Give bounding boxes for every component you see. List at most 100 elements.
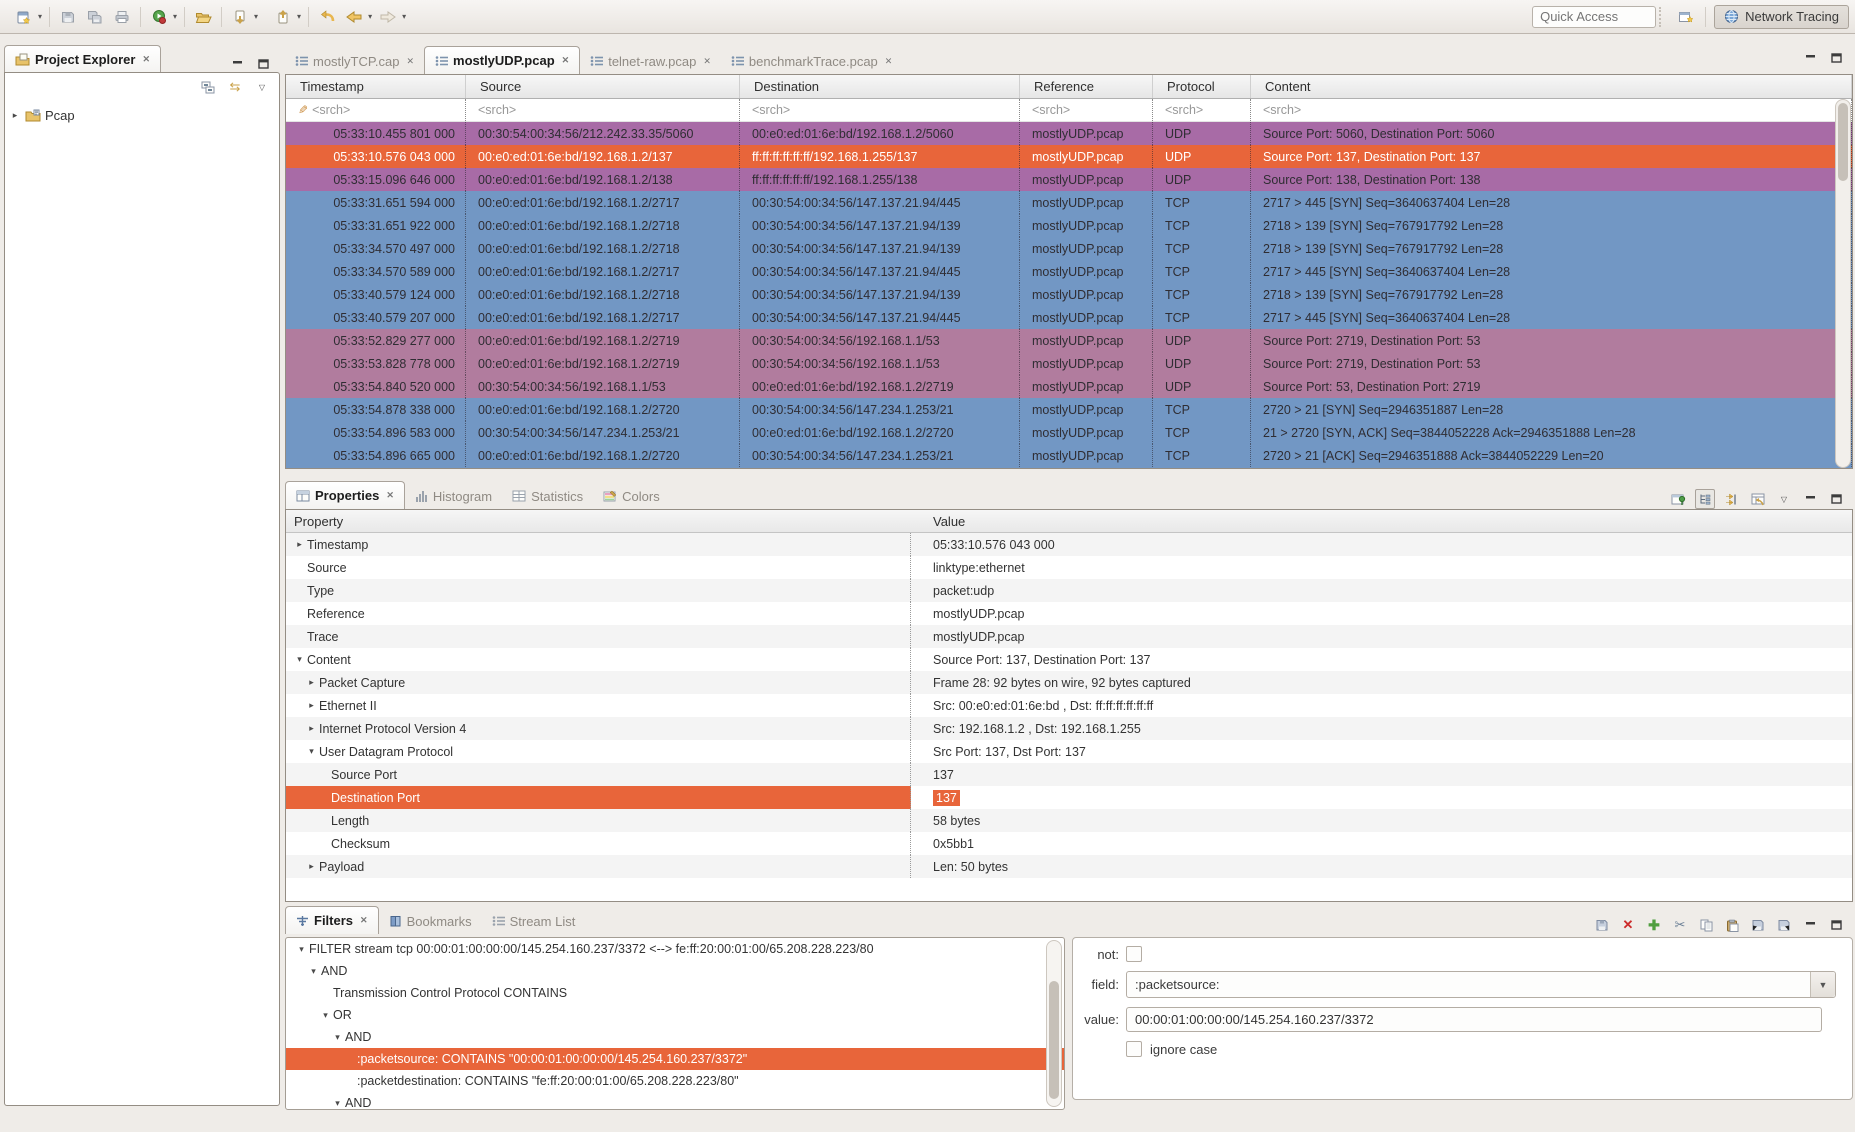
property-row[interactable]: Ethernet II Src: 00:e0:ed:01:6e:bd , Dst… — [286, 694, 1852, 717]
tab-project-explorer[interactable]: Project Explorer ✕ — [4, 45, 161, 73]
maximize-icon[interactable] — [1827, 490, 1845, 508]
close-icon[interactable]: ✕ — [406, 56, 414, 67]
forward-dropdown-icon[interactable]: ▾ — [402, 12, 406, 21]
property-row[interactable]: Packet Capture Frame 28: 92 bytes on wir… — [286, 671, 1852, 694]
col-header-destination[interactable]: Destination — [740, 75, 1020, 98]
tree-mode-toggle-icon[interactable] — [1695, 489, 1715, 509]
close-icon[interactable]: ✕ — [142, 54, 150, 65]
filter-tree-row[interactable]: AND — [286, 1026, 1064, 1048]
follow-selection-icon[interactable] — [1723, 490, 1741, 508]
property-row[interactable]: Content Source Port: 137, Destination Po… — [286, 648, 1852, 671]
run-external-tools-icon[interactable] — [148, 6, 170, 28]
filter-tree-row[interactable]: OR — [286, 1004, 1064, 1026]
tab-filters[interactable]: Filters ✕ — [285, 906, 379, 934]
filter-tree-row[interactable]: AND — [286, 1092, 1064, 1110]
chevron-down-icon[interactable]: ▼ — [1810, 972, 1835, 997]
packet-row[interactable]: 05:33:40.579 124 000 00:e0:ed:01:6e:bd/1… — [286, 283, 1852, 306]
export-dropdown-icon[interactable]: ▾ — [297, 12, 301, 21]
save-all-filters-icon[interactable] — [1775, 916, 1793, 934]
filter-tree-scrollbar[interactable] — [1046, 940, 1062, 1107]
property-row[interactable]: User Datagram Protocol Src Port: 137, Ds… — [286, 740, 1852, 763]
paste-icon[interactable] — [1723, 916, 1741, 934]
packet-row[interactable]: 05:33:52.829 277 000 00:e0:ed:01:6e:bd/1… — [286, 329, 1852, 352]
tab-stream-list[interactable]: Stream List — [482, 908, 586, 934]
open-perspective-icon[interactable] — [1675, 6, 1697, 28]
value-input[interactable] — [1126, 1007, 1822, 1032]
minimize-icon[interactable] — [1801, 49, 1819, 67]
filter-tree-row[interactable]: FILTER stream tcp 00:00:01:00:00:00/145.… — [286, 938, 1064, 960]
property-row[interactable]: Length 58 bytes — [286, 809, 1852, 832]
forward-icon[interactable] — [377, 6, 399, 28]
expand-icon[interactable] — [330, 1032, 345, 1043]
expand-icon[interactable] — [330, 1098, 345, 1109]
restore-state-icon[interactable] — [316, 6, 338, 28]
tab-properties[interactable]: Properties ✕ — [285, 481, 405, 509]
property-row[interactable]: Timestamp 05:33:10.576 043 000 — [286, 533, 1852, 556]
packet-row[interactable]: 05:33:15.096 646 000 00:e0:ed:01:6e:bd/1… — [286, 168, 1852, 191]
property-row[interactable]: Source linktype:ethernet — [286, 556, 1852, 579]
property-row[interactable]: Reference mostlyUDP.pcap — [286, 602, 1852, 625]
filter-tree-row[interactable]: :packetdestination: CONTAINS "fe:ff:20:0… — [286, 1070, 1064, 1092]
explorer-tree-item[interactable]: ▸ Pcap — [9, 105, 275, 126]
export-trace-icon[interactable] — [272, 6, 294, 28]
save-icon[interactable] — [57, 6, 79, 28]
save-filter-set-icon[interactable] — [1749, 916, 1767, 934]
expand-icon[interactable] — [294, 944, 309, 955]
close-icon[interactable]: ✕ — [703, 56, 711, 67]
filter-tree-row[interactable]: :packetsource: CONTAINS "00:00:01:00:00:… — [286, 1048, 1064, 1070]
minimize-icon[interactable] — [228, 55, 246, 73]
save-all-icon[interactable] — [84, 6, 106, 28]
link-table-icon[interactable] — [1749, 490, 1767, 508]
expand-icon[interactable] — [304, 723, 319, 734]
tab-statistics[interactable]: Statistics — [502, 483, 593, 509]
packet-row[interactable]: 05:33:53.828 778 000 00:e0:ed:01:6e:bd/1… — [286, 352, 1852, 375]
delete-filter-icon[interactable]: ✕ — [1619, 916, 1637, 934]
packet-row[interactable]: 05:33:34.570 589 000 00:e0:ed:01:6e:bd/1… — [286, 260, 1852, 283]
packet-row[interactable]: 05:33:31.651 922 000 00:e0:ed:01:6e:bd/1… — [286, 214, 1852, 237]
packet-row[interactable]: 05:33:54.896 665 000 00:e0:ed:01:6e:bd/1… — [286, 444, 1852, 467]
search-cell-timestamp[interactable]: ✎ <srch> — [286, 99, 466, 121]
import-dropdown-icon[interactable]: ▾ — [254, 12, 258, 21]
filter-tree-row[interactable]: AND — [286, 960, 1064, 982]
copy-icon[interactable] — [1697, 916, 1715, 934]
search-cell-destination[interactable]: <srch> — [740, 99, 1020, 121]
add-filter-icon[interactable]: ✚ — [1645, 916, 1663, 934]
search-cell-content[interactable]: <srch> — [1251, 99, 1852, 121]
scrollbar-thumb[interactable] — [1049, 981, 1059, 1099]
view-menu-icon[interactable]: ▽ — [253, 78, 271, 96]
maximize-icon[interactable] — [254, 55, 272, 73]
network-tracing-perspective-button[interactable]: Network Tracing — [1714, 5, 1849, 29]
tab-histogram[interactable]: Histogram — [405, 483, 502, 509]
property-row[interactable]: Checksum 0x5bb1 — [286, 832, 1852, 855]
packet-table-scrollbar[interactable] — [1835, 99, 1851, 468]
expand-icon[interactable] — [292, 654, 307, 665]
property-row[interactable]: Internet Protocol Version 4 Src: 192.168… — [286, 717, 1852, 740]
editor-tab[interactable]: mostlyUDP.pcap ✕ — [424, 46, 580, 74]
search-cell-reference[interactable]: <srch> — [1020, 99, 1153, 121]
col-header-property[interactable]: Property — [286, 510, 911, 532]
collapse-all-icon[interactable] — [199, 78, 217, 96]
close-icon[interactable]: ✕ — [885, 56, 893, 67]
expand-icon[interactable] — [304, 746, 319, 757]
close-icon[interactable]: ✕ — [360, 915, 368, 926]
run-dropdown-icon[interactable]: ▾ — [173, 12, 177, 21]
view-menu-icon[interactable]: ▽ — [1775, 490, 1793, 508]
editor-tab[interactable]: telnet-raw.pcap ✕ — [580, 48, 721, 74]
col-header-protocol[interactable]: Protocol — [1153, 75, 1251, 98]
packet-row[interactable]: 05:33:40.579 207 000 00:e0:ed:01:6e:bd/1… — [286, 306, 1852, 329]
minimize-icon[interactable] — [1801, 916, 1819, 934]
new-dropdown-icon[interactable]: ▾ — [38, 12, 42, 21]
filter-tree-row[interactable]: Transmission Control Protocol CONTAINS — [286, 982, 1064, 1004]
expand-icon[interactable] — [304, 700, 319, 711]
search-cell-source[interactable]: <srch> — [466, 99, 740, 121]
property-row[interactable]: Source Port 137 — [286, 763, 1852, 786]
field-select[interactable]: :packetsource: ▼ — [1126, 971, 1836, 998]
quick-access-input[interactable] — [1532, 6, 1656, 28]
packet-row[interactable]: 05:33:31.651 594 000 00:e0:ed:01:6e:bd/1… — [286, 191, 1852, 214]
minimize-icon[interactable] — [1801, 490, 1819, 508]
packet-row[interactable]: 05:33:54.840 520 000 00:30:54:00:34:56/1… — [286, 375, 1852, 398]
close-icon[interactable]: ✕ — [562, 55, 570, 66]
col-header-value[interactable]: Value — [911, 510, 1852, 532]
tab-bookmarks[interactable]: Bookmarks — [379, 908, 482, 934]
print-icon[interactable] — [111, 6, 133, 28]
